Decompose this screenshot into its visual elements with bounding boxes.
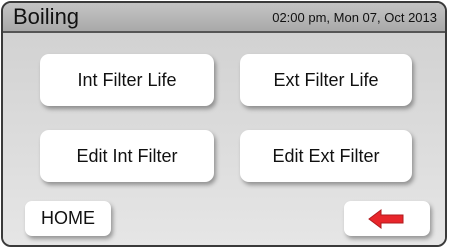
int-filter-life-label: Int Filter Life [77, 69, 177, 90]
int-filter-life-button[interactable]: Int Filter Life [40, 54, 214, 106]
ext-filter-life-label: Ext Filter Life [273, 69, 379, 90]
edit-ext-filter-button[interactable]: Edit Ext Filter [240, 130, 412, 182]
main-panel: Int Filter Life Ext Filter Life Edit Int… [3, 33, 445, 245]
back-button[interactable] [344, 201, 430, 236]
ext-filter-life-button[interactable]: Ext Filter Life [240, 54, 412, 106]
page-title: Boiling [13, 4, 80, 29]
touch-screen: Boiling 02:00 pm, Mon 07, Oct 2013 Int F… [1, 1, 447, 247]
edit-int-filter-label: Edit Int Filter [76, 145, 178, 166]
edit-int-filter-button[interactable]: Edit Int Filter [40, 130, 214, 182]
header-bar: Boiling 02:00 pm, Mon 07, Oct 2013 [3, 3, 445, 33]
datetime-display: 02:00 pm, Mon 07, Oct 2013 [272, 10, 437, 25]
home-label: HOME [41, 208, 95, 228]
back-arrow-icon [368, 208, 404, 229]
edit-ext-filter-label: Edit Ext Filter [272, 145, 380, 166]
home-button[interactable]: HOME [25, 201, 111, 236]
